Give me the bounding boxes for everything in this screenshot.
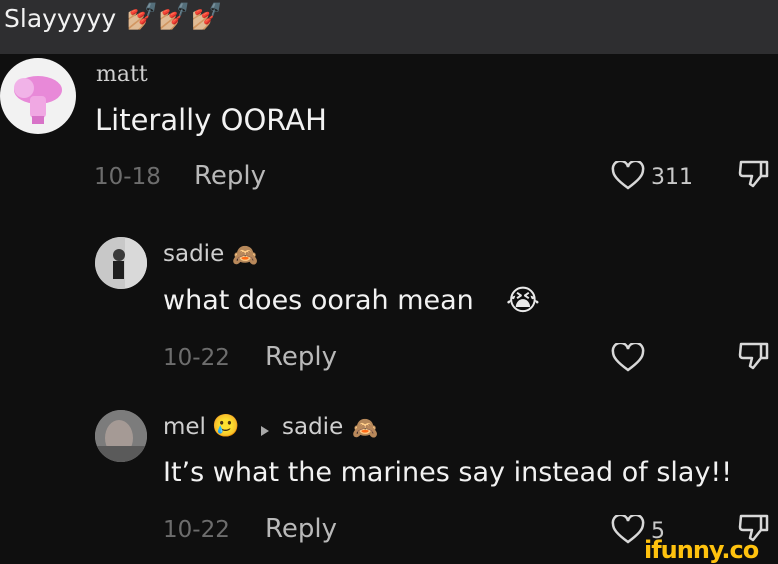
caption-bar: Slayyyyy 💅🏼💅🏼💅🏼 <box>0 0 778 54</box>
thumbs-down-icon[interactable] <box>737 158 771 194</box>
heart-outline-icon[interactable] <box>611 513 645 549</box>
crying-face-emoji: 😭 <box>506 283 540 317</box>
person-photo-icon <box>95 237 147 289</box>
ifunny-watermark: ifunny.co <box>644 536 759 564</box>
comment-username[interactable]: sadie <box>163 241 224 267</box>
reply-button[interactable]: Reply <box>194 161 266 191</box>
comment-text: what does oorah mean <box>163 285 474 316</box>
comment-text: Literally OORAH <box>95 103 327 137</box>
person-photo-icon <box>95 410 147 462</box>
comment-date: 10-18 <box>94 164 161 190</box>
caption-emoji: 💅🏼💅🏼💅🏼 <box>126 2 224 32</box>
caption-text: Slayyyyy <box>4 4 117 33</box>
heart-outline-icon[interactable] <box>611 341 645 377</box>
comment-username[interactable]: mel <box>163 414 206 440</box>
see-no-evil-emoji: 🙈 <box>232 243 259 267</box>
comment-date: 10-22 <box>163 517 230 543</box>
reply-button[interactable]: Reply <box>265 514 337 544</box>
reply-button[interactable]: Reply <box>265 342 337 372</box>
reply-to-username[interactable]: sadie <box>282 414 343 440</box>
pink-figure-icon <box>14 76 62 124</box>
smiling-tear-emoji: 🥲 <box>212 414 240 439</box>
avatar-matt[interactable] <box>0 58 76 134</box>
see-no-evil-emoji: 🙈 <box>352 416 379 440</box>
like-count: 311 <box>651 165 693 190</box>
comment-date: 10-22 <box>163 345 230 371</box>
comment-text: It’s what the marines say instead of sla… <box>163 457 733 488</box>
play-triangle-icon <box>260 422 270 441</box>
avatar-mel[interactable] <box>95 410 147 462</box>
heart-outline-icon[interactable] <box>611 159 645 195</box>
avatar-sadie[interactable] <box>95 237 147 289</box>
thumbs-down-icon[interactable] <box>737 340 771 376</box>
comment-username[interactable]: matt <box>96 62 148 87</box>
